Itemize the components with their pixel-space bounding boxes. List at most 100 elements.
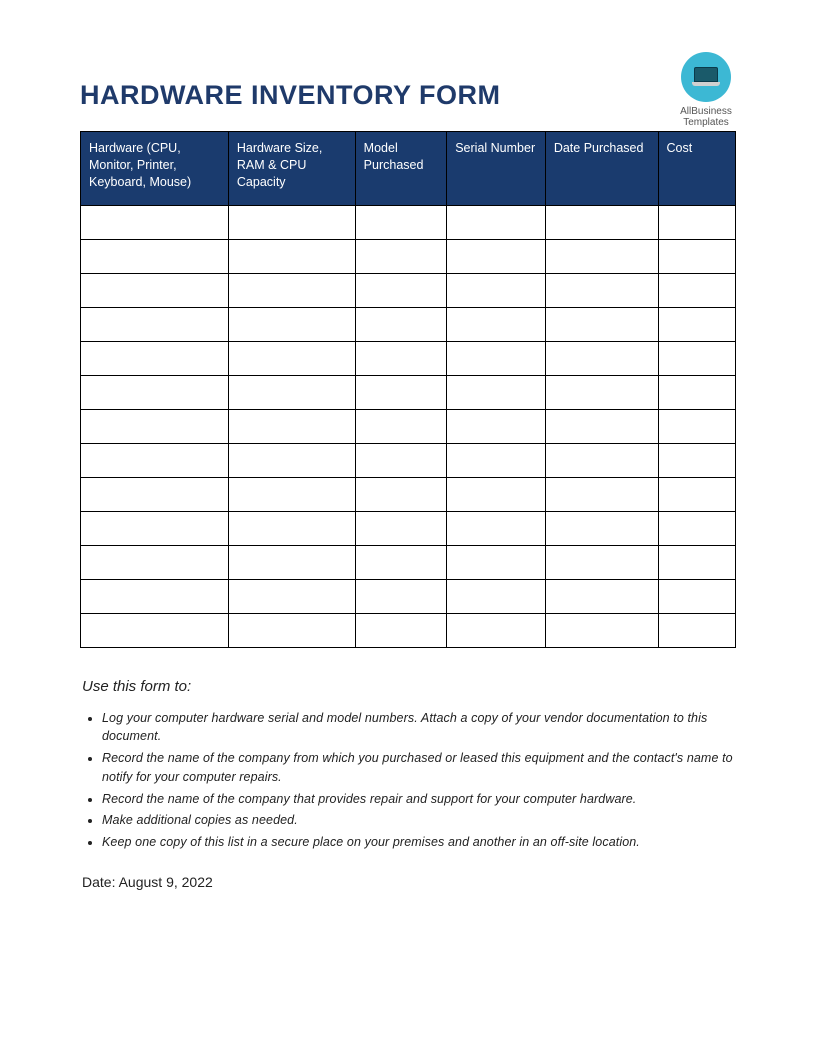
table-cell[interactable] (81, 205, 229, 239)
table-cell[interactable] (355, 613, 447, 647)
table-cell[interactable] (228, 239, 355, 273)
table-cell[interactable] (81, 613, 229, 647)
table-cell[interactable] (658, 341, 736, 375)
table-cell[interactable] (658, 579, 736, 613)
date-value: August 9, 2022 (119, 874, 213, 890)
table-cell[interactable] (545, 545, 658, 579)
table-cell[interactable] (355, 409, 447, 443)
table-cell[interactable] (81, 579, 229, 613)
table-cell[interactable] (81, 545, 229, 579)
table-cell[interactable] (447, 511, 546, 545)
table-cell[interactable] (228, 273, 355, 307)
table-cell[interactable] (447, 205, 546, 239)
document-page: HARDWARE INVENTORY FORM AllBusiness Temp… (0, 0, 816, 950)
table-cell[interactable] (447, 545, 546, 579)
table-cell[interactable] (545, 273, 658, 307)
table-cell[interactable] (355, 511, 447, 545)
table-cell[interactable] (228, 613, 355, 647)
table-cell[interactable] (228, 511, 355, 545)
table-cell[interactable] (545, 613, 658, 647)
table-cell[interactable] (447, 341, 546, 375)
table-cell[interactable] (447, 443, 546, 477)
table-row (81, 409, 736, 443)
laptop-icon (681, 52, 731, 102)
table-cell[interactable] (228, 375, 355, 409)
table-cell[interactable] (447, 613, 546, 647)
table-cell[interactable] (228, 409, 355, 443)
table-cell[interactable] (447, 239, 546, 273)
table-cell[interactable] (228, 307, 355, 341)
table-cell[interactable] (228, 545, 355, 579)
table-cell[interactable] (658, 511, 736, 545)
table-row (81, 239, 736, 273)
table-cell[interactable] (228, 579, 355, 613)
table-cell[interactable] (545, 443, 658, 477)
instructions-list: Log your computer hardware serial and mo… (80, 709, 736, 852)
table-cell[interactable] (355, 443, 447, 477)
instruction-item: Make additional copies as needed. (102, 811, 736, 830)
table-cell[interactable] (355, 239, 447, 273)
table-row (81, 205, 736, 239)
table-cell[interactable] (355, 477, 447, 511)
col-date: Date Purchased (545, 132, 658, 206)
table-cell[interactable] (81, 477, 229, 511)
table-cell[interactable] (355, 341, 447, 375)
table-cell[interactable] (81, 307, 229, 341)
table-cell[interactable] (355, 545, 447, 579)
table-cell[interactable] (545, 409, 658, 443)
table-cell[interactable] (81, 273, 229, 307)
table-cell[interactable] (545, 239, 658, 273)
instruction-item: Record the name of the company that prov… (102, 790, 736, 809)
table-cell[interactable] (228, 477, 355, 511)
date-line: Date: August 9, 2022 (82, 874, 736, 890)
table-cell[interactable] (545, 341, 658, 375)
table-row (81, 477, 736, 511)
table-cell[interactable] (545, 477, 658, 511)
table-cell[interactable] (81, 341, 229, 375)
table-cell[interactable] (658, 239, 736, 273)
table-cell[interactable] (447, 307, 546, 341)
table-cell[interactable] (447, 477, 546, 511)
table-cell[interactable] (228, 443, 355, 477)
table-cell[interactable] (545, 579, 658, 613)
table-cell[interactable] (658, 477, 736, 511)
table-cell[interactable] (81, 239, 229, 273)
table-cell[interactable] (228, 341, 355, 375)
table-cell[interactable] (81, 511, 229, 545)
table-cell[interactable] (81, 443, 229, 477)
table-cell[interactable] (355, 307, 447, 341)
table-row (81, 545, 736, 579)
table-row (81, 579, 736, 613)
table-cell[interactable] (355, 579, 447, 613)
table-cell[interactable] (355, 273, 447, 307)
table-row (81, 273, 736, 307)
table-cell[interactable] (355, 205, 447, 239)
table-cell[interactable] (545, 375, 658, 409)
table-cell[interactable] (355, 375, 447, 409)
table-cell[interactable] (658, 307, 736, 341)
table-cell[interactable] (658, 205, 736, 239)
table-cell[interactable] (447, 375, 546, 409)
table-cell[interactable] (658, 613, 736, 647)
table-cell[interactable] (81, 409, 229, 443)
table-cell[interactable] (545, 511, 658, 545)
table-cell[interactable] (658, 375, 736, 409)
table-cell[interactable] (658, 443, 736, 477)
table-cell[interactable] (545, 205, 658, 239)
table-row (81, 613, 736, 647)
table-cell[interactable] (228, 205, 355, 239)
col-model: Model Purchased (355, 132, 447, 206)
table-cell[interactable] (658, 409, 736, 443)
table-cell[interactable] (658, 273, 736, 307)
table-cell[interactable] (81, 375, 229, 409)
instructions-heading: Use this form to: (82, 678, 736, 695)
table-cell[interactable] (447, 579, 546, 613)
table-cell[interactable] (447, 273, 546, 307)
brand-name: AllBusiness Templates (666, 106, 746, 128)
instruction-item: Record the name of the company from whic… (102, 749, 736, 787)
table-cell[interactable] (447, 409, 546, 443)
table-row (81, 375, 736, 409)
table-cell[interactable] (658, 545, 736, 579)
instruction-item: Log your computer hardware serial and mo… (102, 709, 736, 747)
table-cell[interactable] (545, 307, 658, 341)
